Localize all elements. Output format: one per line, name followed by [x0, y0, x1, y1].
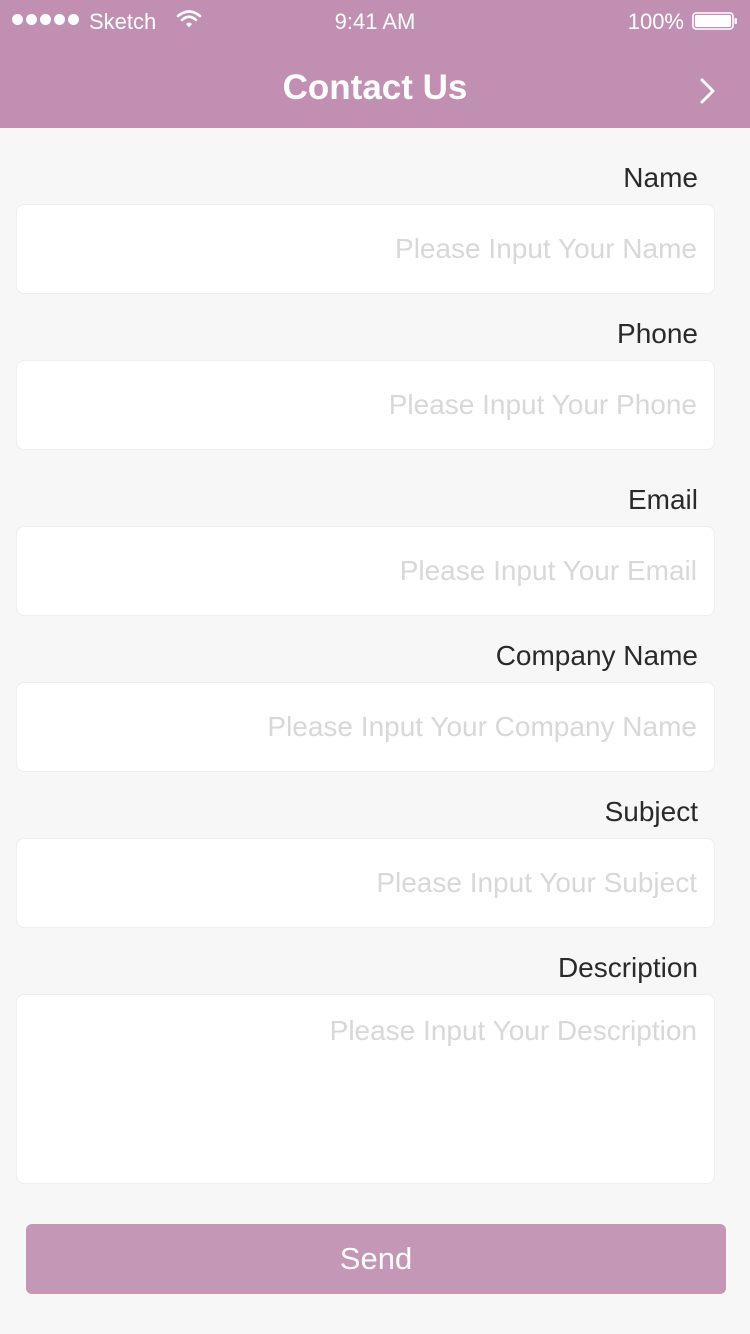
phone-input[interactable] [16, 360, 715, 450]
description-textarea[interactable] [16, 994, 715, 1184]
company-name-input[interactable] [16, 682, 715, 772]
email-label: Email [627, 484, 698, 515]
subject-label: Subject [604, 796, 698, 827]
email-input[interactable] [16, 526, 715, 616]
battery-percentage: 100% [627, 9, 684, 34]
subject-input[interactable] [16, 838, 715, 928]
company-name-label: Company Name [495, 640, 698, 671]
description-label: Description [557, 952, 698, 983]
navigation-header: Sketch 9:41 AM 100% Contact Us [0, 0, 750, 128]
name-input[interactable] [16, 204, 715, 294]
send-button[interactable]: Send [26, 1224, 726, 1294]
phone-label: Phone [617, 318, 698, 349]
chevron-right-icon[interactable] [696, 76, 720, 106]
battery-icon [692, 12, 737, 30]
page-title: Contact Us [282, 68, 468, 107]
status-bar: Sketch 9:41 AM 100% [0, 0, 750, 44]
name-label: Name [623, 162, 698, 193]
